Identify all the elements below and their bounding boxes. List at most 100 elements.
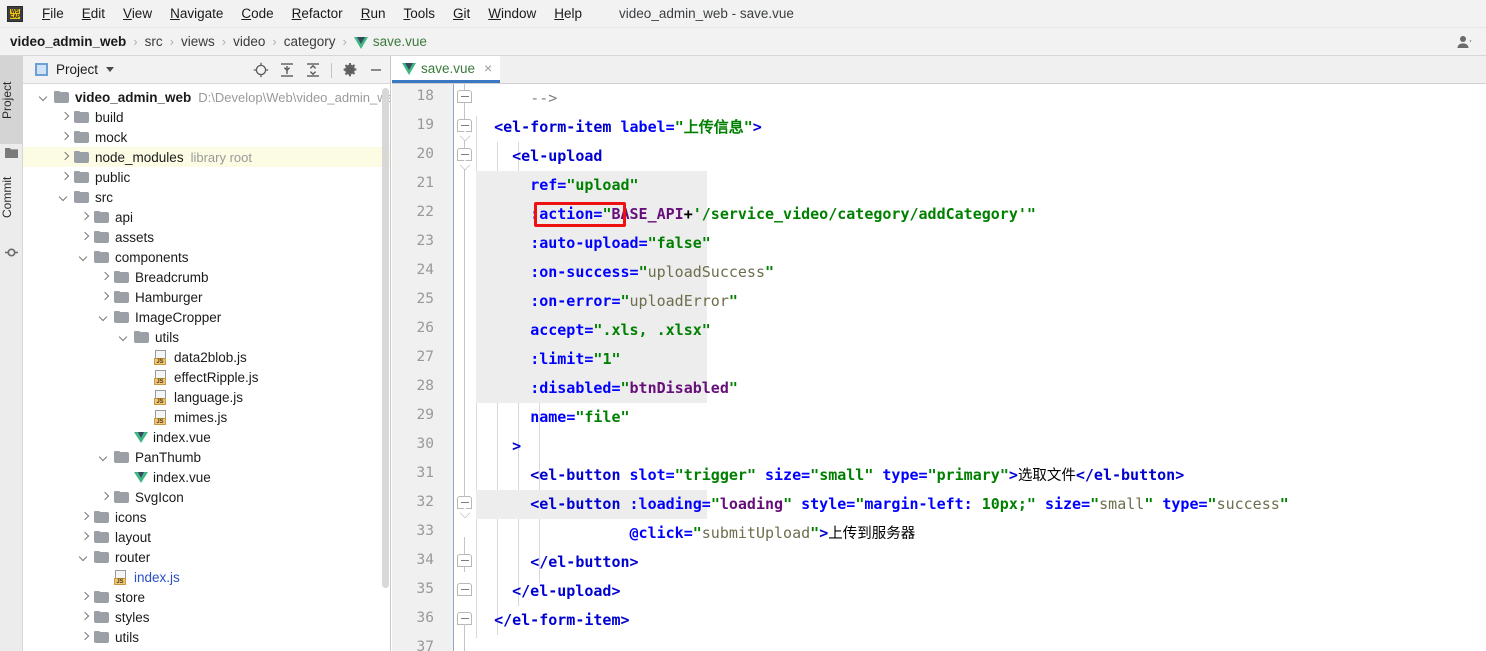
close-icon[interactable]: × <box>484 61 492 75</box>
code-line[interactable]: :limit="1" <box>476 345 620 374</box>
breadcrumb-item-file[interactable]: save.vue <box>353 34 427 49</box>
menu-tools[interactable]: Tools <box>394 4 444 23</box>
tree-row-language-js[interactable]: JS language.js <box>23 387 390 407</box>
tree-row-assets[interactable]: assets <box>23 227 390 247</box>
code-folding-column[interactable] <box>454 84 476 651</box>
account-icon[interactable] <box>1456 34 1472 50</box>
chevron-right-icon[interactable] <box>99 492 110 503</box>
tree-row-imagecropper[interactable]: ImageCropper <box>23 307 390 327</box>
tree-row-video-admin-web[interactable]: video_admin_web D:\Develop\Web\video_admi… <box>23 87 390 107</box>
menu-run[interactable]: Run <box>352 4 395 23</box>
code-line[interactable]: </el-form-item> <box>476 606 629 635</box>
chevron-down-icon[interactable] <box>79 552 90 563</box>
chevron-right-icon[interactable] <box>79 612 90 623</box>
fold-toggle-icon[interactable] <box>457 119 472 132</box>
code-line[interactable]: --> <box>476 84 557 113</box>
fold-toggle-icon[interactable] <box>457 554 472 567</box>
menu-window[interactable]: Window <box>479 4 545 23</box>
code-line[interactable]: > <box>476 432 521 461</box>
menu-navigate[interactable]: Navigate <box>161 4 232 23</box>
chevron-right-icon[interactable] <box>79 212 90 223</box>
tree-row-index-vue[interactable]: index.vue <box>23 467 390 487</box>
menu-refactor[interactable]: Refactor <box>283 4 352 23</box>
tree-row-breadcrumb[interactable]: Breadcrumb <box>23 267 390 287</box>
tree-row-utils[interactable]: utils <box>23 627 390 647</box>
tree-row-components[interactable]: components <box>23 247 390 267</box>
hide-panel-icon[interactable] <box>368 62 384 78</box>
collapse-all-icon[interactable] <box>305 62 321 78</box>
chevron-right-icon[interactable] <box>79 592 90 603</box>
code-line[interactable]: accept=".xls, .xlsx" <box>476 316 711 345</box>
code-line[interactable]: :disabled="btnDisabled" <box>476 374 738 403</box>
code-line[interactable]: ref="upload" <box>476 171 638 200</box>
tree-row-data2blob-js[interactable]: JS data2blob.js <box>23 347 390 367</box>
chevron-down-icon[interactable] <box>79 252 90 263</box>
tree-row-icons[interactable]: icons <box>23 507 390 527</box>
breadcrumb-item-category[interactable]: category <box>284 34 336 49</box>
breadcrumb-item-video[interactable]: video <box>233 34 265 49</box>
chevron-down-icon[interactable] <box>59 192 70 203</box>
menu-git[interactable]: Git <box>444 4 479 23</box>
chevron-down-icon[interactable] <box>39 92 50 103</box>
menu-code[interactable]: Code <box>232 4 282 23</box>
editor-tab-save-vue[interactable]: save.vue × <box>392 56 501 83</box>
tree-row-index-js[interactable]: JS index.js <box>23 567 390 587</box>
breadcrumb-item-views[interactable]: views <box>181 34 215 49</box>
code-line[interactable]: name="file" <box>476 403 629 432</box>
menu-help[interactable]: Help <box>545 4 591 23</box>
code-line[interactable]: </el-upload> <box>476 577 620 606</box>
tree-row-api[interactable]: api <box>23 207 390 227</box>
tree-row-layout[interactable]: layout <box>23 527 390 547</box>
chevron-right-icon[interactable] <box>99 272 110 283</box>
tree-row-mock[interactable]: mock <box>23 127 390 147</box>
breadcrumb-item-src[interactable]: src <box>145 34 163 49</box>
menu-view[interactable]: View <box>114 4 161 23</box>
chevron-right-icon[interactable] <box>59 152 70 163</box>
code-line[interactable]: :on-error="uploadError" <box>476 287 738 316</box>
code-line[interactable]: <el-button :loading="loading" style="mar… <box>476 490 1289 519</box>
settings-gear-icon[interactable] <box>342 62 358 78</box>
chevron-right-icon[interactable] <box>59 172 70 183</box>
fold-toggle-icon[interactable] <box>457 148 472 161</box>
code-line[interactable]: :on-success="uploadSuccess" <box>476 258 774 287</box>
tree-row-panthumb[interactable]: PanThumb <box>23 447 390 467</box>
tree-row-hamburger[interactable]: Hamburger <box>23 287 390 307</box>
tree-row-index-vue[interactable]: index.vue <box>23 427 390 447</box>
locate-icon[interactable] <box>253 62 269 78</box>
chevron-down-icon[interactable] <box>99 452 110 463</box>
breadcrumb-item-project[interactable]: video_admin_web <box>10 34 126 49</box>
code-editor[interactable]: 18 19 20 21 22 23 24 25 26 27 28 29 30 31 32 33 34 35 36 37… <box>392 84 1486 651</box>
tree-row-node-modules[interactable]: node_modules library root <box>23 147 390 167</box>
menu-file[interactable]: File <box>33 4 73 23</box>
code-content[interactable]: --> <el-form-item label="上传信息"> <el-uplo… <box>476 84 1486 651</box>
code-line[interactable]: :auto-upload="false" <box>476 229 711 258</box>
tree-row-src[interactable]: src <box>23 187 390 207</box>
code-line[interactable]: :action="BASE_API+'/service_video/catego… <box>476 200 1036 229</box>
sidebar-tab-commit[interactable]: Commit <box>0 152 23 242</box>
fold-toggle-icon[interactable] <box>457 583 472 596</box>
chevron-right-icon[interactable] <box>79 632 90 643</box>
tree-row-mimes-js[interactable]: JS mimes.js <box>23 407 390 427</box>
sidebar-tab-project[interactable]: Project <box>0 56 23 144</box>
chevron-right-icon[interactable] <box>59 112 70 123</box>
fold-toggle-icon[interactable] <box>457 496 472 509</box>
tree-row-build[interactable]: build <box>23 107 390 127</box>
menu-edit[interactable]: Edit <box>73 4 114 23</box>
chevron-right-icon[interactable] <box>59 132 70 143</box>
code-line[interactable]: <el-upload <box>476 142 602 171</box>
chevron-down-icon[interactable] <box>99 312 110 323</box>
expand-all-icon[interactable] <box>279 62 295 78</box>
tree-row-router[interactable]: router <box>23 547 390 567</box>
tree-row-public[interactable]: public <box>23 167 390 187</box>
chevron-right-icon[interactable] <box>79 232 90 243</box>
chevron-down-icon[interactable] <box>119 332 130 343</box>
code-line[interactable]: @click="submitUpload">上传到服务器 <box>476 519 916 548</box>
tree-row-svgicon[interactable]: SvgIcon <box>23 487 390 507</box>
chevron-right-icon[interactable] <box>99 292 110 303</box>
chevron-down-icon[interactable] <box>106 67 115 72</box>
tree-row-effectripple-js[interactable]: JS effectRipple.js <box>23 367 390 387</box>
code-line[interactable]: <el-form-item label="上传信息"> <box>476 113 762 142</box>
tree-row-styles[interactable]: styles <box>23 607 390 627</box>
project-tree-scrollbar[interactable] <box>382 88 389 588</box>
tree-row-store[interactable]: store <box>23 587 390 607</box>
